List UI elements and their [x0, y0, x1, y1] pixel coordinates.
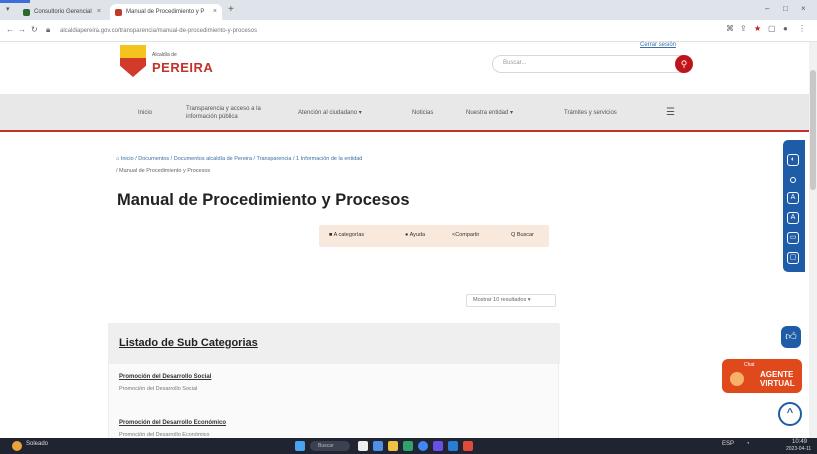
- close-tab-icon[interactable]: ×: [213, 4, 217, 20]
- subcategory-link[interactable]: Promoción del Desarrollo Económico: [119, 420, 226, 426]
- breadcrumb[interactable]: ⌂ Inicio / Documentos / Documentos alcal…: [116, 156, 362, 162]
- main-navigation: Inicio Transparencia y acceso a la infor…: [0, 94, 817, 132]
- language-indicator[interactable]: ESP: [722, 441, 734, 447]
- translate-icon[interactable]: ⌘: [726, 24, 734, 33]
- contrast-icon[interactable]: ◐: [787, 154, 799, 166]
- nav-item-noticias[interactable]: Noticias: [412, 94, 433, 132]
- nav-item-transparencia[interactable]: Transparencia y acceso a la información …: [186, 94, 270, 132]
- pereira-shield-logo[interactable]: [120, 45, 146, 77]
- hamburger-menu-icon[interactable]: ☰: [666, 107, 675, 118]
- weather-icon[interactable]: [12, 441, 22, 451]
- outlook-icon[interactable]: [448, 441, 458, 451]
- subcategory-link[interactable]: Promoción del Desarrollo Social: [119, 374, 211, 380]
- nav-item-tramites[interactable]: Trámites y servicios: [564, 94, 617, 132]
- share-button[interactable]: <Compartir: [452, 232, 479, 238]
- agent-label-line2: VIRTUAL: [760, 379, 795, 388]
- dot-icon[interactable]: [790, 177, 796, 183]
- bookmark-star-icon[interactable]: ★: [754, 24, 761, 33]
- logo-title[interactable]: PEREIRA: [152, 60, 213, 75]
- minimize-button[interactable]: –: [765, 4, 769, 13]
- clock-date[interactable]: 2023-04-11: [786, 446, 811, 452]
- text-smaller-icon[interactable]: A: [787, 192, 799, 204]
- agent-avatar-icon: [730, 372, 744, 386]
- profile-icon[interactable]: ●: [783, 24, 788, 33]
- menu-kebab-icon[interactable]: ⋮: [798, 24, 806, 33]
- tab-search-icon[interactable]: ▾: [6, 5, 10, 13]
- page-title: Manual de Procedimiento y Procesos: [117, 191, 410, 209]
- clock-time[interactable]: 10:49: [792, 439, 807, 445]
- virtual-agent-button[interactable]: Chat AGENTE VIRTUAL: [722, 359, 802, 393]
- search-icon: Q: [511, 232, 516, 238]
- edge-icon[interactable]: [403, 441, 413, 451]
- page-scrollbar[interactable]: [809, 42, 817, 438]
- reload-icon[interactable]: ↻: [31, 25, 38, 34]
- agent-label-line1: AGENTE: [760, 370, 794, 379]
- search-button[interactable]: Q Buscar: [511, 232, 534, 238]
- tab-label: Manual de Procedimiento y P: [126, 9, 205, 15]
- categories-button[interactable]: ■ A categorías: [329, 232, 364, 238]
- app-icon[interactable]: [373, 441, 383, 451]
- subcategory-description: Promoción del Desarrollo Social: [119, 386, 198, 392]
- back-icon[interactable]: ←: [6, 25, 14, 34]
- forward-icon[interactable]: →: [18, 25, 26, 34]
- browser-tab-active[interactable]: Manual de Procedimiento y P ×: [110, 4, 222, 20]
- chrome-icon[interactable]: [418, 441, 428, 451]
- subcategories-panel: Listado de Sub Categorias Promoción del …: [108, 323, 560, 454]
- maximize-button[interactable]: □: [783, 4, 788, 13]
- file-explorer-icon[interactable]: [388, 441, 398, 451]
- search-button-icon[interactable]: ⚲: [675, 55, 693, 73]
- subcategories-header: Listado de Sub Categorias: [109, 324, 560, 364]
- action-toolbar: ■ A categorías ● Ayuda <Compartir Q Busc…: [319, 225, 549, 247]
- close-tab-icon[interactable]: ×: [97, 4, 101, 20]
- browser-tab[interactable]: Consultorio Gerencial ×: [18, 4, 106, 20]
- address-bar: ← → ↻ 🔒︎ alcaldiapereira.gov.co/transpar…: [0, 20, 817, 42]
- help-icon: ●: [405, 232, 409, 238]
- thumbs-up-icon[interactable]: 👍︎: [781, 326, 801, 348]
- browser-tab-bar: ▾ Consultorio Gerencial × Manual de Proc…: [0, 0, 817, 20]
- logo-subtitle: Alcaldía de: [152, 52, 177, 58]
- weather-text[interactable]: Soleado: [26, 441, 48, 447]
- chat-icon[interactable]: ▭: [787, 232, 799, 244]
- accessibility-sidebar: ◐ A A ▭ ▢: [783, 140, 805, 272]
- nav-item-atencion[interactable]: Atención al ciudadano ▾: [298, 94, 362, 132]
- lock-icon[interactable]: 🔒︎: [46, 25, 50, 35]
- task-view-icon[interactable]: [358, 441, 368, 451]
- new-tab-button[interactable]: +: [228, 4, 234, 15]
- back-to-top-button[interactable]: ^: [778, 402, 802, 426]
- nav-item-inicio[interactable]: Inicio: [138, 94, 152, 132]
- folder-icon: ■: [329, 232, 333, 238]
- nav-item-nuestra-entidad[interactable]: Nuestra entidad ▾: [466, 94, 513, 132]
- focus-indicator: [0, 0, 30, 3]
- app-icon-red[interactable]: [463, 441, 473, 451]
- text-larger-icon[interactable]: A: [787, 212, 799, 224]
- agent-caption: Chat: [744, 362, 755, 368]
- tab-favicon-icon: [115, 9, 122, 16]
- tab-label: Consultorio Gerencial: [34, 9, 92, 15]
- close-window-button[interactable]: ×: [801, 4, 806, 13]
- teams-icon[interactable]: [433, 441, 443, 451]
- os-taskbar: Soleado Buscar ESP ◔ 10:49 2023-04-11: [0, 438, 817, 454]
- search-input[interactable]: Buscar...: [503, 60, 526, 66]
- help-button[interactable]: ● Ayuda: [405, 232, 425, 238]
- share-icon[interactable]: ⇪: [740, 24, 747, 33]
- start-icon[interactable]: [295, 441, 305, 451]
- url-field[interactable]: alcaldiapereira.gov.co/transparencia/man…: [60, 25, 720, 37]
- logout-link[interactable]: Cerrar sesión: [640, 42, 676, 48]
- subcategories-title[interactable]: Listado de Sub Categorias: [119, 337, 258, 349]
- taskbar-search[interactable]: Buscar: [310, 441, 350, 451]
- results-per-page-select[interactable]: Mostrar 10 resultados ▾: [466, 294, 556, 307]
- site-search[interactable]: Buscar... ⚲: [492, 55, 693, 73]
- breadcrumb-current: / Manual de Procedimiento y Procesos: [116, 168, 211, 174]
- scrollbar-thumb[interactable]: [810, 70, 816, 190]
- tab-favicon-icon: [23, 9, 30, 16]
- accessibility-icon[interactable]: ▢: [787, 252, 799, 264]
- tray-wifi-icon[interactable]: ◔: [746, 441, 750, 447]
- extensions-icon[interactable]: ▢: [768, 24, 776, 33]
